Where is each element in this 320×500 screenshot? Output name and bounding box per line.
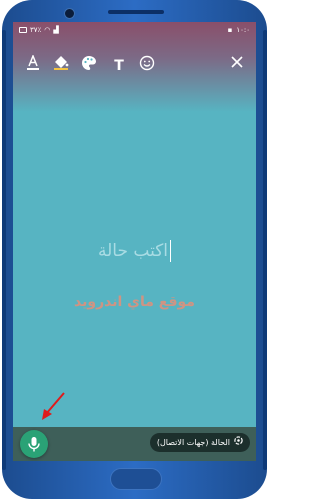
clock: ١٠:٠ xyxy=(236,26,250,34)
status-bar: ٣٧٪ ◠ ▟ ▪ ١٠:٠ xyxy=(13,22,256,38)
status-privacy-label: الحالة (جهات الاتصال) xyxy=(156,438,230,447)
microphone-icon xyxy=(28,437,40,452)
status-bar-right: ▪ ١٠:٠ xyxy=(228,26,250,34)
voice-status-button[interactable] xyxy=(20,430,48,458)
status-composer-screen: ٣٧٪ ◠ ▟ ▪ ١٠:٠ T اكتب حالة موقع ماي اندر… xyxy=(13,22,256,461)
earpiece-speaker xyxy=(108,10,164,14)
fill-color-icon[interactable] xyxy=(51,55,71,79)
wifi-icon: ◠ xyxy=(44,26,51,34)
battery-percent: ٣٧٪ xyxy=(30,26,42,34)
status-text-placeholder: اكتب حالة xyxy=(97,241,169,261)
notification-icon: ▪ xyxy=(227,26,233,34)
composer-toolbar: T xyxy=(13,53,256,79)
site-watermark: موقع ماي اندرويد xyxy=(74,294,195,310)
status-bar-left: ٣٧٪ ◠ ▟ xyxy=(19,26,59,34)
close-icon[interactable] xyxy=(227,55,247,79)
phone-edge-left xyxy=(2,30,6,470)
text-icon[interactable]: T xyxy=(109,55,129,79)
emoji-icon[interactable] xyxy=(137,55,157,79)
text-color-icon[interactable] xyxy=(23,53,43,79)
front-camera xyxy=(64,8,75,19)
signal-icon: ▟ xyxy=(53,26,59,34)
text-cursor xyxy=(170,240,172,262)
status-text-input[interactable]: اكتب حالة xyxy=(13,240,256,262)
home-button[interactable] xyxy=(110,468,162,490)
status-icon xyxy=(234,433,243,452)
phone-edge-right xyxy=(263,30,267,470)
palette-icon[interactable] xyxy=(79,55,99,79)
status-privacy-button[interactable]: الحالة (جهات الاتصال) xyxy=(149,433,250,452)
battery-icon xyxy=(19,27,27,33)
